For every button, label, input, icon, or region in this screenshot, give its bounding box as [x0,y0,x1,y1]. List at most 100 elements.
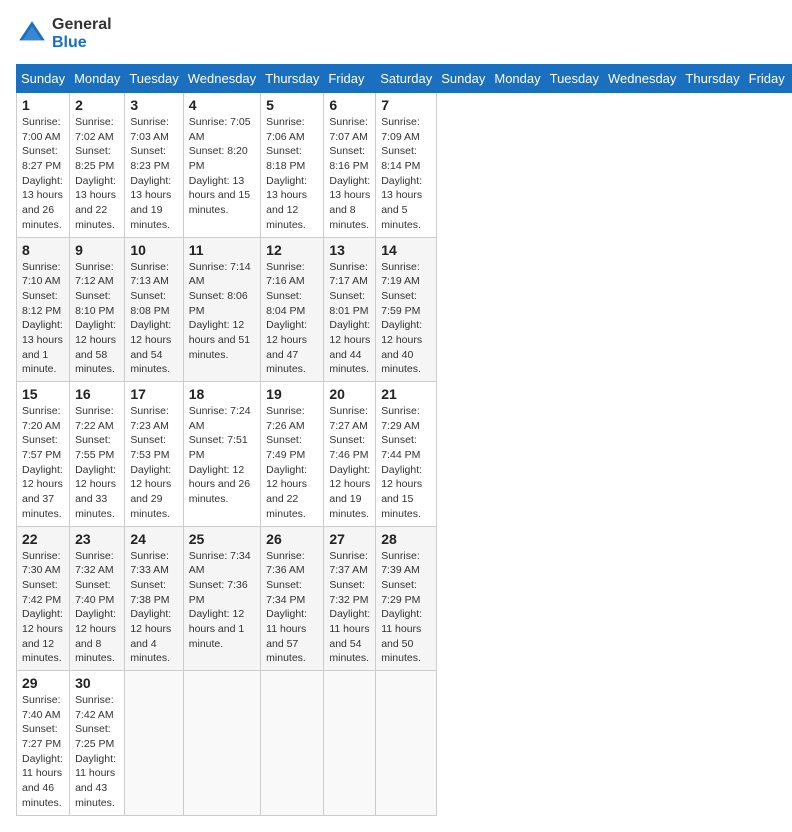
day-info: Sunrise: 7:26 AM Sunset: 7:49 PM Dayligh… [266,404,318,522]
day-info: Sunrise: 7:29 AM Sunset: 7:44 PM Dayligh… [381,404,431,522]
header-sunday: Sunday [17,65,70,93]
day-info: Sunrise: 7:13 AM Sunset: 8:08 PM Dayligh… [130,260,177,378]
calendar-cell: 4 Sunrise: 7:05 AM Sunset: 8:20 PM Dayli… [183,93,260,238]
day-info: Sunrise: 7:23 AM Sunset: 7:53 PM Dayligh… [130,404,177,522]
day-number: 25 [189,531,255,547]
day-info: Sunrise: 7:02 AM Sunset: 8:25 PM Dayligh… [75,115,119,233]
calendar-cell: 10 Sunrise: 7:13 AM Sunset: 8:08 PM Dayl… [125,237,183,382]
calendar-cell: 15 Sunrise: 7:20 AM Sunset: 7:57 PM Dayl… [17,382,70,527]
logo: General Blue [16,16,112,52]
day-number: 30 [75,675,119,691]
col-header-monday: Monday [490,65,545,93]
day-number: 29 [22,675,64,691]
day-info: Sunrise: 7:10 AM Sunset: 8:12 PM Dayligh… [22,260,64,378]
header-monday: Monday [70,65,125,93]
col-header-thursday: Thursday [681,65,744,93]
day-number: 3 [130,97,177,113]
day-number: 5 [266,97,318,113]
day-info: Sunrise: 7:24 AM Sunset: 7:51 PM Dayligh… [189,404,255,507]
day-info: Sunrise: 7:16 AM Sunset: 8:04 PM Dayligh… [266,260,318,378]
day-number: 2 [75,97,119,113]
day-info: Sunrise: 7:12 AM Sunset: 8:10 PM Dayligh… [75,260,119,378]
day-info: Sunrise: 7:42 AM Sunset: 7:25 PM Dayligh… [75,693,119,811]
calendar-cell [125,671,183,816]
header-thursday: Thursday [261,65,324,93]
calendar-cell: 13 Sunrise: 7:17 AM Sunset: 8:01 PM Dayl… [324,237,376,382]
day-number: 4 [189,97,255,113]
header-saturday: Saturday [376,65,437,93]
day-info: Sunrise: 7:39 AM Sunset: 7:29 PM Dayligh… [381,549,431,667]
calendar-cell [324,671,376,816]
day-info: Sunrise: 7:17 AM Sunset: 8:01 PM Dayligh… [329,260,370,378]
day-number: 6 [329,97,370,113]
week-row-4: 22 Sunrise: 7:30 AM Sunset: 7:42 PM Dayl… [17,526,792,671]
calendar-cell: 20 Sunrise: 7:27 AM Sunset: 7:46 PM Dayl… [324,382,376,527]
day-info: Sunrise: 7:20 AM Sunset: 7:57 PM Dayligh… [22,404,64,522]
day-info: Sunrise: 7:00 AM Sunset: 8:27 PM Dayligh… [22,115,64,233]
day-number: 21 [381,386,431,402]
calendar-cell: 28 Sunrise: 7:39 AM Sunset: 7:29 PM Dayl… [376,526,437,671]
calendar-cell: 11 Sunrise: 7:14 AM Sunset: 8:06 PM Dayl… [183,237,260,382]
calendar-cell: 23 Sunrise: 7:32 AM Sunset: 7:40 PM Dayl… [70,526,125,671]
day-number: 22 [22,531,64,547]
calendar-header-row: SundayMondayTuesdayWednesdayThursdayFrid… [17,65,792,93]
day-number: 15 [22,386,64,402]
day-number: 8 [22,242,64,258]
page-header: General Blue [16,16,776,52]
calendar-cell [183,671,260,816]
day-number: 16 [75,386,119,402]
day-number: 26 [266,531,318,547]
header-tuesday: Tuesday [125,65,183,93]
calendar-cell: 26 Sunrise: 7:36 AM Sunset: 7:34 PM Dayl… [261,526,324,671]
day-number: 20 [329,386,370,402]
day-info: Sunrise: 7:27 AM Sunset: 7:46 PM Dayligh… [329,404,370,522]
calendar-cell: 2 Sunrise: 7:02 AM Sunset: 8:25 PM Dayli… [70,93,125,238]
day-number: 27 [329,531,370,547]
calendar-cell: 19 Sunrise: 7:26 AM Sunset: 7:49 PM Dayl… [261,382,324,527]
calendar-cell: 14 Sunrise: 7:19 AM Sunset: 7:59 PM Dayl… [376,237,437,382]
day-number: 18 [189,386,255,402]
day-number: 17 [130,386,177,402]
day-info: Sunrise: 7:19 AM Sunset: 7:59 PM Dayligh… [381,260,431,378]
day-info: Sunrise: 7:34 AM Sunset: 7:36 PM Dayligh… [189,549,255,652]
day-info: Sunrise: 7:32 AM Sunset: 7:40 PM Dayligh… [75,549,119,667]
day-number: 11 [189,242,255,258]
calendar-cell: 17 Sunrise: 7:23 AM Sunset: 7:53 PM Dayl… [125,382,183,527]
day-info: Sunrise: 7:14 AM Sunset: 8:06 PM Dayligh… [189,260,255,363]
day-info: Sunrise: 7:05 AM Sunset: 8:20 PM Dayligh… [189,115,255,218]
logo-icon [16,18,48,50]
calendar-cell: 7 Sunrise: 7:09 AM Sunset: 8:14 PM Dayli… [376,93,437,238]
calendar-cell [376,671,437,816]
calendar-cell: 16 Sunrise: 7:22 AM Sunset: 7:55 PM Dayl… [70,382,125,527]
week-row-3: 15 Sunrise: 7:20 AM Sunset: 7:57 PM Dayl… [17,382,792,527]
header-friday: Friday [324,65,376,93]
week-row-2: 8 Sunrise: 7:10 AM Sunset: 8:12 PM Dayli… [17,237,792,382]
day-info: Sunrise: 7:33 AM Sunset: 7:38 PM Dayligh… [130,549,177,667]
day-number: 1 [22,97,64,113]
logo-text: General Blue [52,16,112,52]
calendar-cell: 12 Sunrise: 7:16 AM Sunset: 8:04 PM Dayl… [261,237,324,382]
calendar-cell: 18 Sunrise: 7:24 AM Sunset: 7:51 PM Dayl… [183,382,260,527]
day-info: Sunrise: 7:03 AM Sunset: 8:23 PM Dayligh… [130,115,177,233]
week-row-5: 29 Sunrise: 7:40 AM Sunset: 7:27 PM Dayl… [17,671,792,816]
calendar-cell [261,671,324,816]
day-info: Sunrise: 7:36 AM Sunset: 7:34 PM Dayligh… [266,549,318,667]
day-info: Sunrise: 7:40 AM Sunset: 7:27 PM Dayligh… [22,693,64,811]
day-number: 10 [130,242,177,258]
header-wednesday: Wednesday [183,65,260,93]
calendar-cell: 21 Sunrise: 7:29 AM Sunset: 7:44 PM Dayl… [376,382,437,527]
calendar-cell: 29 Sunrise: 7:40 AM Sunset: 7:27 PM Dayl… [17,671,70,816]
day-number: 9 [75,242,119,258]
calendar-cell: 6 Sunrise: 7:07 AM Sunset: 8:16 PM Dayli… [324,93,376,238]
day-info: Sunrise: 7:22 AM Sunset: 7:55 PM Dayligh… [75,404,119,522]
calendar-cell: 3 Sunrise: 7:03 AM Sunset: 8:23 PM Dayli… [125,93,183,238]
calendar-cell: 27 Sunrise: 7:37 AM Sunset: 7:32 PM Dayl… [324,526,376,671]
day-info: Sunrise: 7:06 AM Sunset: 8:18 PM Dayligh… [266,115,318,233]
calendar-table: SundayMondayTuesdayWednesdayThursdayFrid… [16,64,792,816]
col-header-wednesday: Wednesday [604,65,681,93]
calendar-cell: 30 Sunrise: 7:42 AM Sunset: 7:25 PM Dayl… [70,671,125,816]
day-number: 19 [266,386,318,402]
col-header-sunday: Sunday [437,65,490,93]
day-info: Sunrise: 7:30 AM Sunset: 7:42 PM Dayligh… [22,549,64,667]
calendar-cell: 22 Sunrise: 7:30 AM Sunset: 7:42 PM Dayl… [17,526,70,671]
